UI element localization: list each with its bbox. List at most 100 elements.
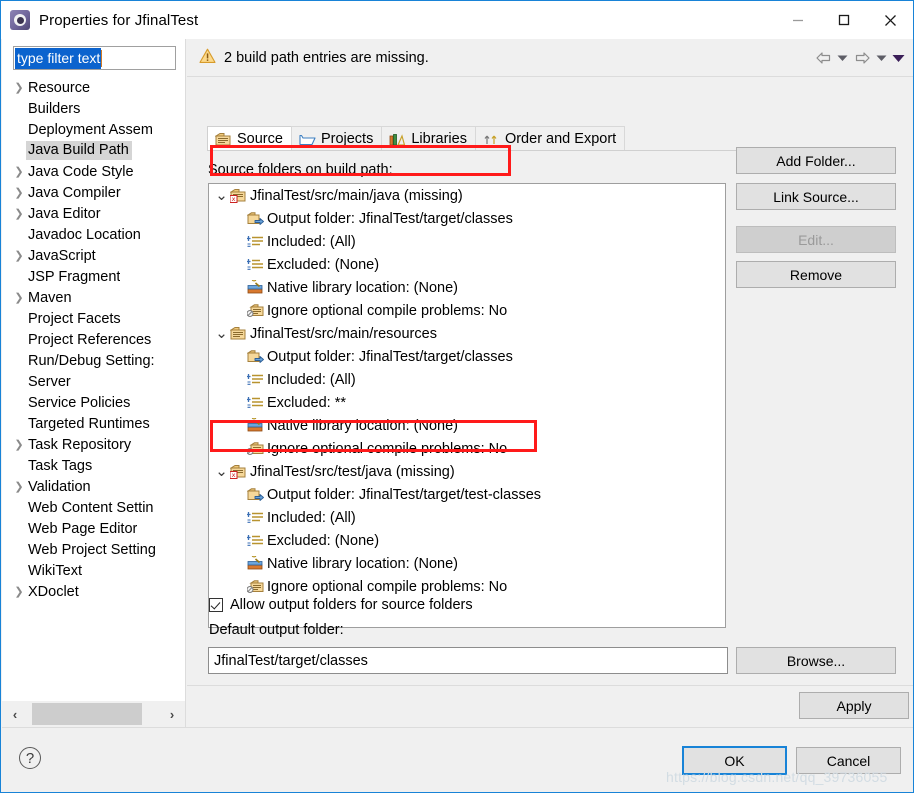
sidebar-item-deployment-assem[interactable]: Deployment Assem	[2, 119, 186, 140]
source-folder-entry[interactable]: ⌄ JfinalTest/src/main/resources	[209, 322, 725, 345]
chevron-down-icon[interactable]: ⌄	[213, 326, 230, 341]
chevron-right-icon[interactable]: ❯	[10, 165, 28, 178]
sidebar-item-task-repository[interactable]: ❯ Task Repository	[2, 434, 186, 455]
chevron-right-icon[interactable]: ❯	[10, 207, 28, 220]
source-folder-attribute[interactable]: Output folder: JfinalTest/target/classes	[209, 345, 725, 368]
source-folder-attribute-label: Output folder: JfinalTest/target/test-cl…	[267, 486, 542, 503]
apply-button[interactable]: Apply	[799, 692, 909, 719]
tab-source[interactable]: Source	[207, 126, 292, 151]
chevron-right-icon[interactable]: ❯	[10, 81, 28, 94]
minimize-button[interactable]	[775, 1, 821, 39]
help-question-mark-icon[interactable]: ?	[19, 747, 41, 769]
source-folder-attribute[interactable]: Ignore optional compile problems: No	[209, 299, 725, 322]
source-folder-attribute[interactable]: Ignore optional compile problems: No	[209, 437, 725, 460]
sidebar-horizontal-scrollbar[interactable]: ‹ ›	[2, 701, 186, 727]
chevron-right-icon[interactable]: ❯	[10, 438, 28, 451]
sidebar-item-xdoclet[interactable]: ❯ XDoclet	[2, 581, 186, 602]
source-folder-attribute[interactable]: Included: (All)	[209, 368, 725, 391]
tab-libraries[interactable]: Libraries	[381, 126, 476, 151]
sidebar-item-targeted-runtimes[interactable]: Targeted Runtimes	[2, 413, 186, 434]
sidebar-item-java-editor[interactable]: ❯ Java Editor	[2, 203, 186, 224]
chevron-right-icon[interactable]: ❯	[10, 186, 28, 199]
sidebar-item-task-tags[interactable]: Task Tags	[2, 455, 186, 476]
forward-arrow-icon[interactable]	[851, 39, 873, 77]
tab-label: Libraries	[411, 131, 467, 147]
native-library-icon	[247, 556, 267, 571]
default-output-folder-input[interactable]: JfinalTest/target/classes	[208, 647, 728, 674]
source-folder-attribute[interactable]: Ignore optional compile problems: No	[209, 575, 725, 598]
sidebar-item-run-debug-setting[interactable]: Run/Debug Setting:	[2, 350, 186, 371]
sidebar-item-label: Resource	[28, 79, 91, 96]
close-button[interactable]	[867, 1, 913, 39]
source-folder-attribute[interactable]: Excluded: **	[209, 391, 725, 414]
scroll-right-icon[interactable]: ›	[159, 701, 185, 727]
sidebar-item-project-facets[interactable]: Project Facets	[2, 308, 186, 329]
remove-button[interactable]: Remove	[736, 261, 896, 288]
tab-order-and-export[interactable]: Order and Export	[474, 126, 626, 151]
add-folder-button[interactable]: Add Folder...	[736, 147, 896, 174]
sidebar-item-label: Java Editor	[28, 205, 101, 222]
sidebar-item-web-project-setting[interactable]: Web Project Setting	[2, 539, 186, 560]
sidebar-item-java-code-style[interactable]: ❯ Java Code Style	[2, 161, 186, 182]
scroll-left-icon[interactable]: ‹	[2, 701, 28, 727]
back-arrow-icon[interactable]	[812, 39, 834, 77]
maximize-button[interactable]	[821, 1, 867, 39]
source-folder-path: JfinalTest/src/test/java (missing)	[250, 463, 455, 480]
sidebar-item-label: Run/Debug Setting:	[28, 352, 155, 369]
sidebar-item-java-compiler[interactable]: ❯ Java Compiler	[2, 182, 186, 203]
exclude-filter-icon	[247, 395, 267, 410]
source-folder-attribute[interactable]: Native library location: (None)	[209, 414, 725, 437]
source-folder-attribute[interactable]: Included: (All)	[209, 506, 725, 529]
sidebar-item-maven[interactable]: ❯ Maven	[2, 287, 186, 308]
source-folder-attribute[interactable]: Included: (All)	[209, 230, 725, 253]
chevron-down-icon[interactable]: ⌄	[213, 188, 230, 203]
sidebar-item-service-policies[interactable]: Service Policies	[2, 392, 186, 413]
svg-text:x: x	[232, 471, 236, 479]
tab-projects[interactable]: Projects	[290, 126, 383, 151]
sidebar-item-label: JSP Fragment	[28, 268, 121, 285]
sidebar-item-wikitext[interactable]: WikiText	[2, 560, 186, 581]
source-folders-tree[interactable]: ⌄ x JfinalTest/src/main/java (missing) Outp…	[208, 183, 726, 628]
forward-history-chevron-down-icon[interactable]	[873, 39, 890, 77]
settings-tree[interactable]: ❯ Resource Builders Deployment Assem Java Bu…	[2, 77, 186, 689]
sidebar-item-java-build-path[interactable]: Java Build Path	[2, 140, 186, 161]
source-folder-attribute[interactable]: Excluded: (None)	[209, 529, 725, 552]
sidebar-item-builders[interactable]: Builders	[2, 98, 186, 119]
sidebar-item-server[interactable]: Server	[2, 371, 186, 392]
sidebar-item-javascript[interactable]: ❯ JavaScript	[2, 245, 186, 266]
source-folder-attribute-label: Ignore optional compile problems: No	[267, 302, 508, 319]
filter-input[interactable]: type filter text	[13, 46, 176, 70]
chevron-right-icon[interactable]: ❯	[10, 291, 28, 304]
chevron-right-icon[interactable]: ❯	[10, 249, 28, 262]
build-path-tabs[interactable]: Source Projects Libraries Order and Export	[207, 126, 626, 151]
source-folder-attribute[interactable]: Native library location: (None)	[209, 552, 725, 575]
source-folder-attribute[interactable]: Output folder: JfinalTest/target/test-cl…	[209, 483, 725, 506]
sidebar-item-resource[interactable]: ❯ Resource	[2, 77, 186, 98]
allow-output-folders-row[interactable]: Allow output folders for source folders	[209, 597, 473, 613]
libraries-books-icon	[389, 132, 406, 147]
source-folder-attribute[interactable]: Excluded: (None)	[209, 253, 725, 276]
more-menu-chevron-down-filled-icon[interactable]	[890, 39, 907, 77]
settings-tree-pane: type filter text ❯ Resource Builders Deploy…	[2, 39, 186, 701]
browse-button[interactable]: Browse...	[736, 647, 896, 674]
source-folder-entry[interactable]: ⌄ x JfinalTest/src/test/java (missing)	[209, 460, 725, 483]
source-folder-attribute[interactable]: Output folder: JfinalTest/target/classes	[209, 207, 725, 230]
scrollbar-track[interactable]	[28, 701, 159, 727]
tab-label: Source	[237, 131, 283, 147]
sidebar-item-validation[interactable]: ❯ Validation	[2, 476, 186, 497]
scrollbar-thumb[interactable]	[32, 703, 142, 725]
link-source-button[interactable]: Link Source...	[736, 183, 896, 210]
source-folder-attribute[interactable]: Native library location: (None)	[209, 276, 725, 299]
sidebar-item-jsp-fragment[interactable]: JSP Fragment	[2, 266, 186, 287]
sidebar-item-web-page-editor[interactable]: Web Page Editor	[2, 518, 186, 539]
source-folder-entry[interactable]: ⌄ x JfinalTest/src/main/java (missing)	[209, 184, 725, 207]
chevron-right-icon[interactable]: ❯	[10, 480, 28, 493]
sidebar-item-web-content-settin[interactable]: Web Content Settin	[2, 497, 186, 518]
sidebar-item-javadoc-location[interactable]: Javadoc Location	[2, 224, 186, 245]
allow-output-folders-checkbox[interactable]	[209, 598, 223, 612]
sidebar-item-label: Service Policies	[28, 394, 131, 411]
chevron-right-icon[interactable]: ❯	[10, 585, 28, 598]
back-history-chevron-down-icon[interactable]	[834, 39, 851, 77]
sidebar-item-project-references[interactable]: Project References	[2, 329, 186, 350]
chevron-down-icon[interactable]: ⌄	[213, 464, 230, 479]
